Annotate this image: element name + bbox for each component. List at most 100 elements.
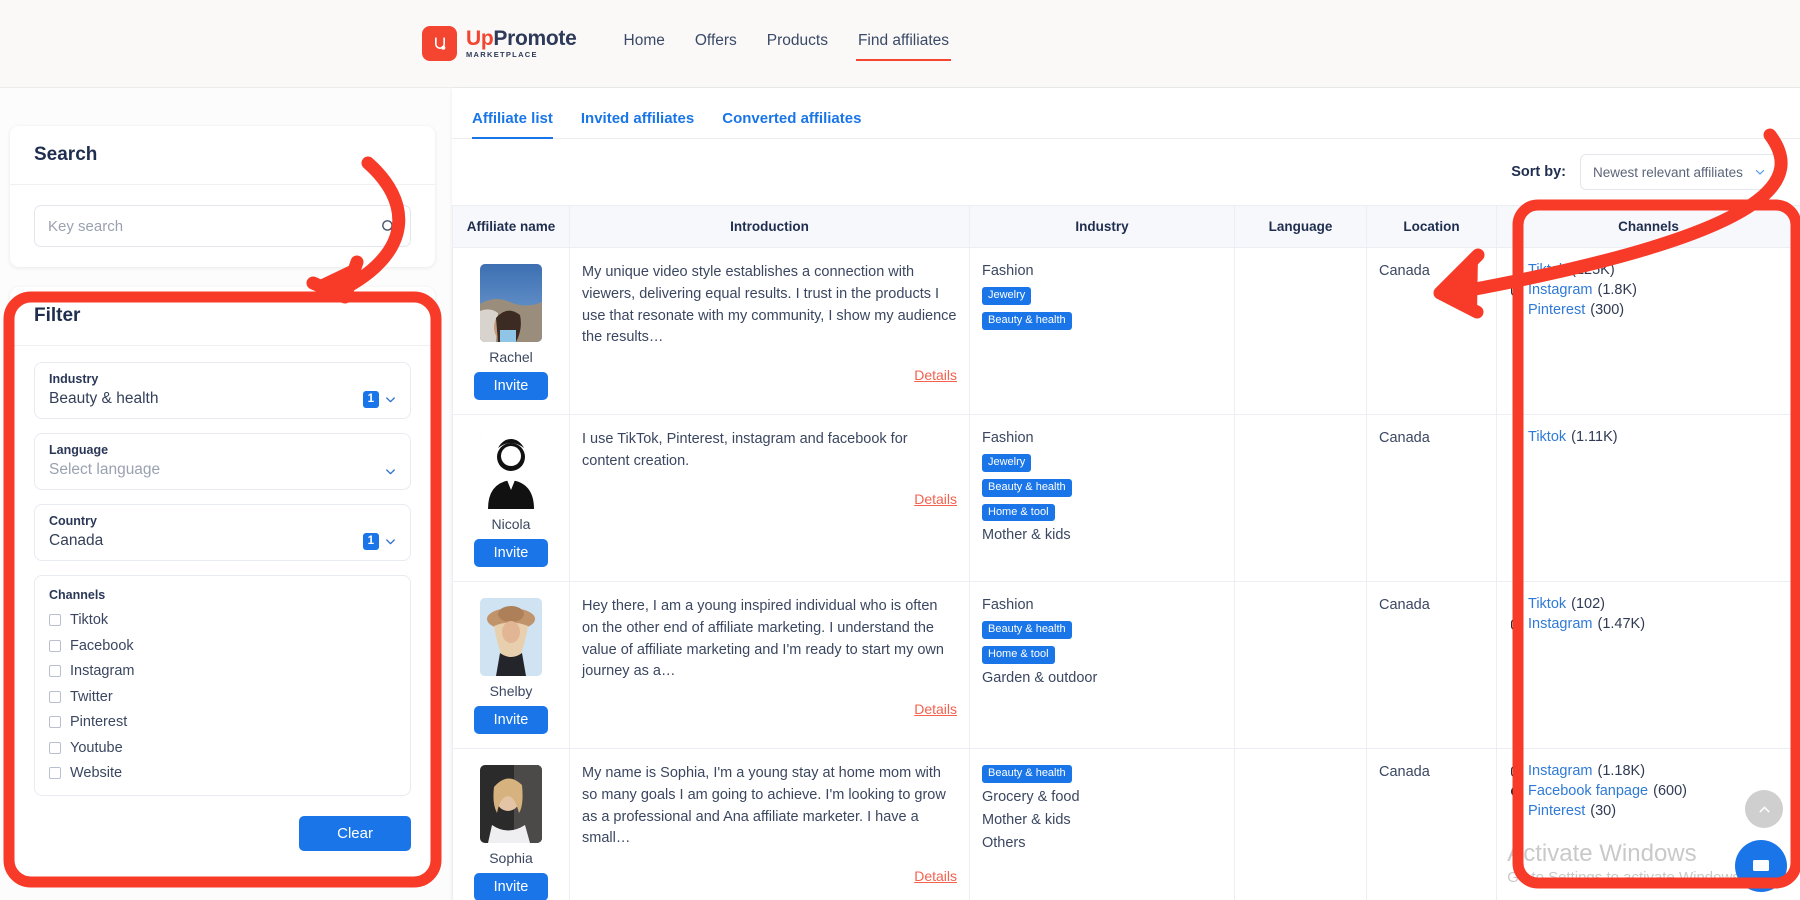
- instagram-icon: [1510, 284, 1522, 296]
- checkbox-label: Website: [70, 765, 123, 781]
- filter-channel-instagram[interactable]: Instagram: [49, 663, 396, 679]
- industry-value: Beauty & health: [49, 390, 159, 407]
- search-card: Search: [10, 126, 435, 267]
- col-header-introduction[interactable]: Introduction: [569, 205, 970, 248]
- filter-field-industry[interactable]: Industry Beauty & health 1: [34, 362, 411, 419]
- tab-converted-affiliates[interactable]: Converted affiliates: [722, 110, 861, 138]
- nav-item-offers[interactable]: Offers: [693, 26, 739, 61]
- channel-name[interactable]: Instagram: [1528, 282, 1592, 298]
- tab-invited-affiliates[interactable]: Invited affiliates: [581, 110, 694, 138]
- chevron-down-icon[interactable]: [1753, 165, 1767, 179]
- invite-button[interactable]: Invite: [473, 873, 549, 900]
- tab-affiliate-list[interactable]: Affiliate list: [472, 110, 553, 139]
- chevron-down-icon[interactable]: [383, 534, 398, 549]
- invite-button[interactable]: Invite: [473, 706, 549, 734]
- checkbox-pinterest[interactable]: [49, 716, 61, 728]
- search-input[interactable]: [48, 217, 380, 235]
- page-root: UpPromote MARKETPLACE Home Offers Produc…: [0, 0, 1800, 900]
- clear-button[interactable]: Clear: [299, 816, 411, 851]
- avatar-placeholder-icon: [480, 431, 542, 509]
- filter-channel-facebook[interactable]: Facebook: [49, 638, 396, 654]
- checkbox-twitter[interactable]: [49, 690, 61, 703]
- channel-row[interactable]: Instagram (1.18K): [1509, 763, 1788, 779]
- industry-item: Fashion: [982, 597, 1034, 613]
- channel-follower-count: (1.18K): [1597, 763, 1646, 779]
- affiliate-name: Sophia: [489, 850, 533, 866]
- nav-item-home[interactable]: Home: [622, 26, 667, 61]
- checkbox-youtube[interactable]: [49, 741, 61, 754]
- chevron-down-icon[interactable]: [383, 464, 398, 479]
- channel-row[interactable]: Pinterest (300): [1509, 302, 1788, 318]
- channel-row[interactable]: Tiktok (125K): [1509, 262, 1788, 278]
- channel-name[interactable]: Tiktok: [1528, 262, 1566, 278]
- filter-channel-pinterest[interactable]: Pinterest: [49, 714, 396, 730]
- search-box[interactable]: [34, 205, 411, 247]
- clear-row: Clear: [34, 816, 411, 851]
- checkbox-facebook[interactable]: [49, 639, 61, 652]
- table-head: Affiliate name Introduction Industry Lan…: [452, 205, 1800, 248]
- table-body: Rachel Invite My unique video style establ…: [452, 247, 1800, 900]
- col-header-industry[interactable]: Industry: [969, 205, 1235, 248]
- filter-card: Filter Industry Beauty & health 1 Langua…: [10, 287, 435, 877]
- checkbox-website[interactable]: [49, 767, 61, 779]
- cell-location: Canada: [1366, 581, 1497, 749]
- filter-field-language[interactable]: Language Select language: [34, 433, 411, 490]
- language-field-controls: [383, 464, 398, 479]
- language-label: Language: [49, 443, 109, 457]
- instagram-icon: [1509, 764, 1523, 778]
- channel-name[interactable]: Facebook fanpage: [1528, 783, 1648, 799]
- search-icon[interactable]: [380, 218, 397, 235]
- channel-name[interactable]: Instagram: [1528, 763, 1592, 779]
- channel-name[interactable]: Pinterest: [1528, 302, 1585, 318]
- details-link[interactable]: Details: [914, 367, 957, 383]
- col-header-language[interactable]: Language: [1234, 205, 1367, 248]
- nav-item-find-affiliates[interactable]: Find affiliates: [855, 26, 952, 61]
- channel-row[interactable]: Instagram (1.8K): [1509, 282, 1788, 298]
- chat-icon: [1753, 860, 1769, 871]
- filter-field-country[interactable]: Country Canada 1: [34, 504, 411, 561]
- channel-follower-count: (125K): [1571, 262, 1615, 278]
- country-count-badge: 1: [362, 533, 379, 550]
- invite-button[interactable]: Invite: [473, 539, 549, 567]
- channel-row[interactable]: Facebook fanpage (600): [1509, 783, 1788, 799]
- col-header-affiliate-name[interactable]: Affiliate name: [452, 205, 570, 248]
- chevron-down-icon[interactable]: [383, 392, 398, 407]
- cell-affiliate-name: Shelby Invite: [452, 581, 570, 749]
- filter-channel-twitter[interactable]: Twitter: [49, 689, 396, 705]
- cell-affiliate-name: Rachel Invite: [452, 247, 570, 415]
- details-link[interactable]: Details: [914, 701, 957, 717]
- channel-row[interactable]: Instagram (1.47K): [1509, 616, 1788, 632]
- channel-name[interactable]: Tiktok: [1528, 429, 1566, 445]
- channel-name[interactable]: Instagram: [1528, 616, 1592, 632]
- sort-by-select[interactable]: Newest relevant affiliates: [1580, 154, 1780, 190]
- chevron-up-icon: [1758, 806, 1770, 812]
- checkbox-label: Instagram: [70, 663, 135, 679]
- col-header-channels[interactable]: Channels: [1496, 205, 1800, 248]
- search-title: Search: [34, 144, 98, 165]
- channel-name[interactable]: Tiktok: [1528, 596, 1566, 612]
- checkbox-instagram[interactable]: [49, 665, 61, 677]
- instagram-icon: [1509, 617, 1523, 631]
- invite-button[interactable]: Invite: [473, 372, 549, 400]
- brand-logo-group[interactable]: UpPromote MARKETPLACE: [422, 26, 577, 61]
- location-value: Canada: [1379, 764, 1430, 780]
- details-link[interactable]: Details: [914, 868, 957, 884]
- checkbox-tiktok[interactable]: [49, 614, 61, 626]
- scroll-to-top-button[interactable]: [1745, 790, 1783, 828]
- tiktok-icon: [1512, 264, 1521, 275]
- col-header-location[interactable]: Location: [1366, 205, 1497, 248]
- channel-name[interactable]: Pinterest: [1528, 803, 1585, 819]
- channel-row[interactable]: Tiktok (102): [1509, 596, 1788, 612]
- filter-channel-tiktok[interactable]: Tiktok: [49, 612, 396, 628]
- industry-tag: Jewelry: [982, 287, 1032, 305]
- avatar-photo: [480, 598, 542, 676]
- location-value: Canada: [1379, 430, 1430, 446]
- cell-industry: Beauty & health Grocery & food Mother & ki…: [969, 748, 1235, 900]
- filter-channel-website[interactable]: Website: [49, 765, 396, 781]
- filter-channel-youtube[interactable]: Youtube: [49, 740, 396, 756]
- country-value: Canada: [49, 532, 104, 549]
- nav-item-products[interactable]: Products: [765, 26, 830, 61]
- channel-row[interactable]: Tiktok (1.11K): [1509, 429, 1788, 445]
- chat-widget-button[interactable]: [1735, 840, 1787, 892]
- details-link[interactable]: Details: [914, 491, 957, 507]
